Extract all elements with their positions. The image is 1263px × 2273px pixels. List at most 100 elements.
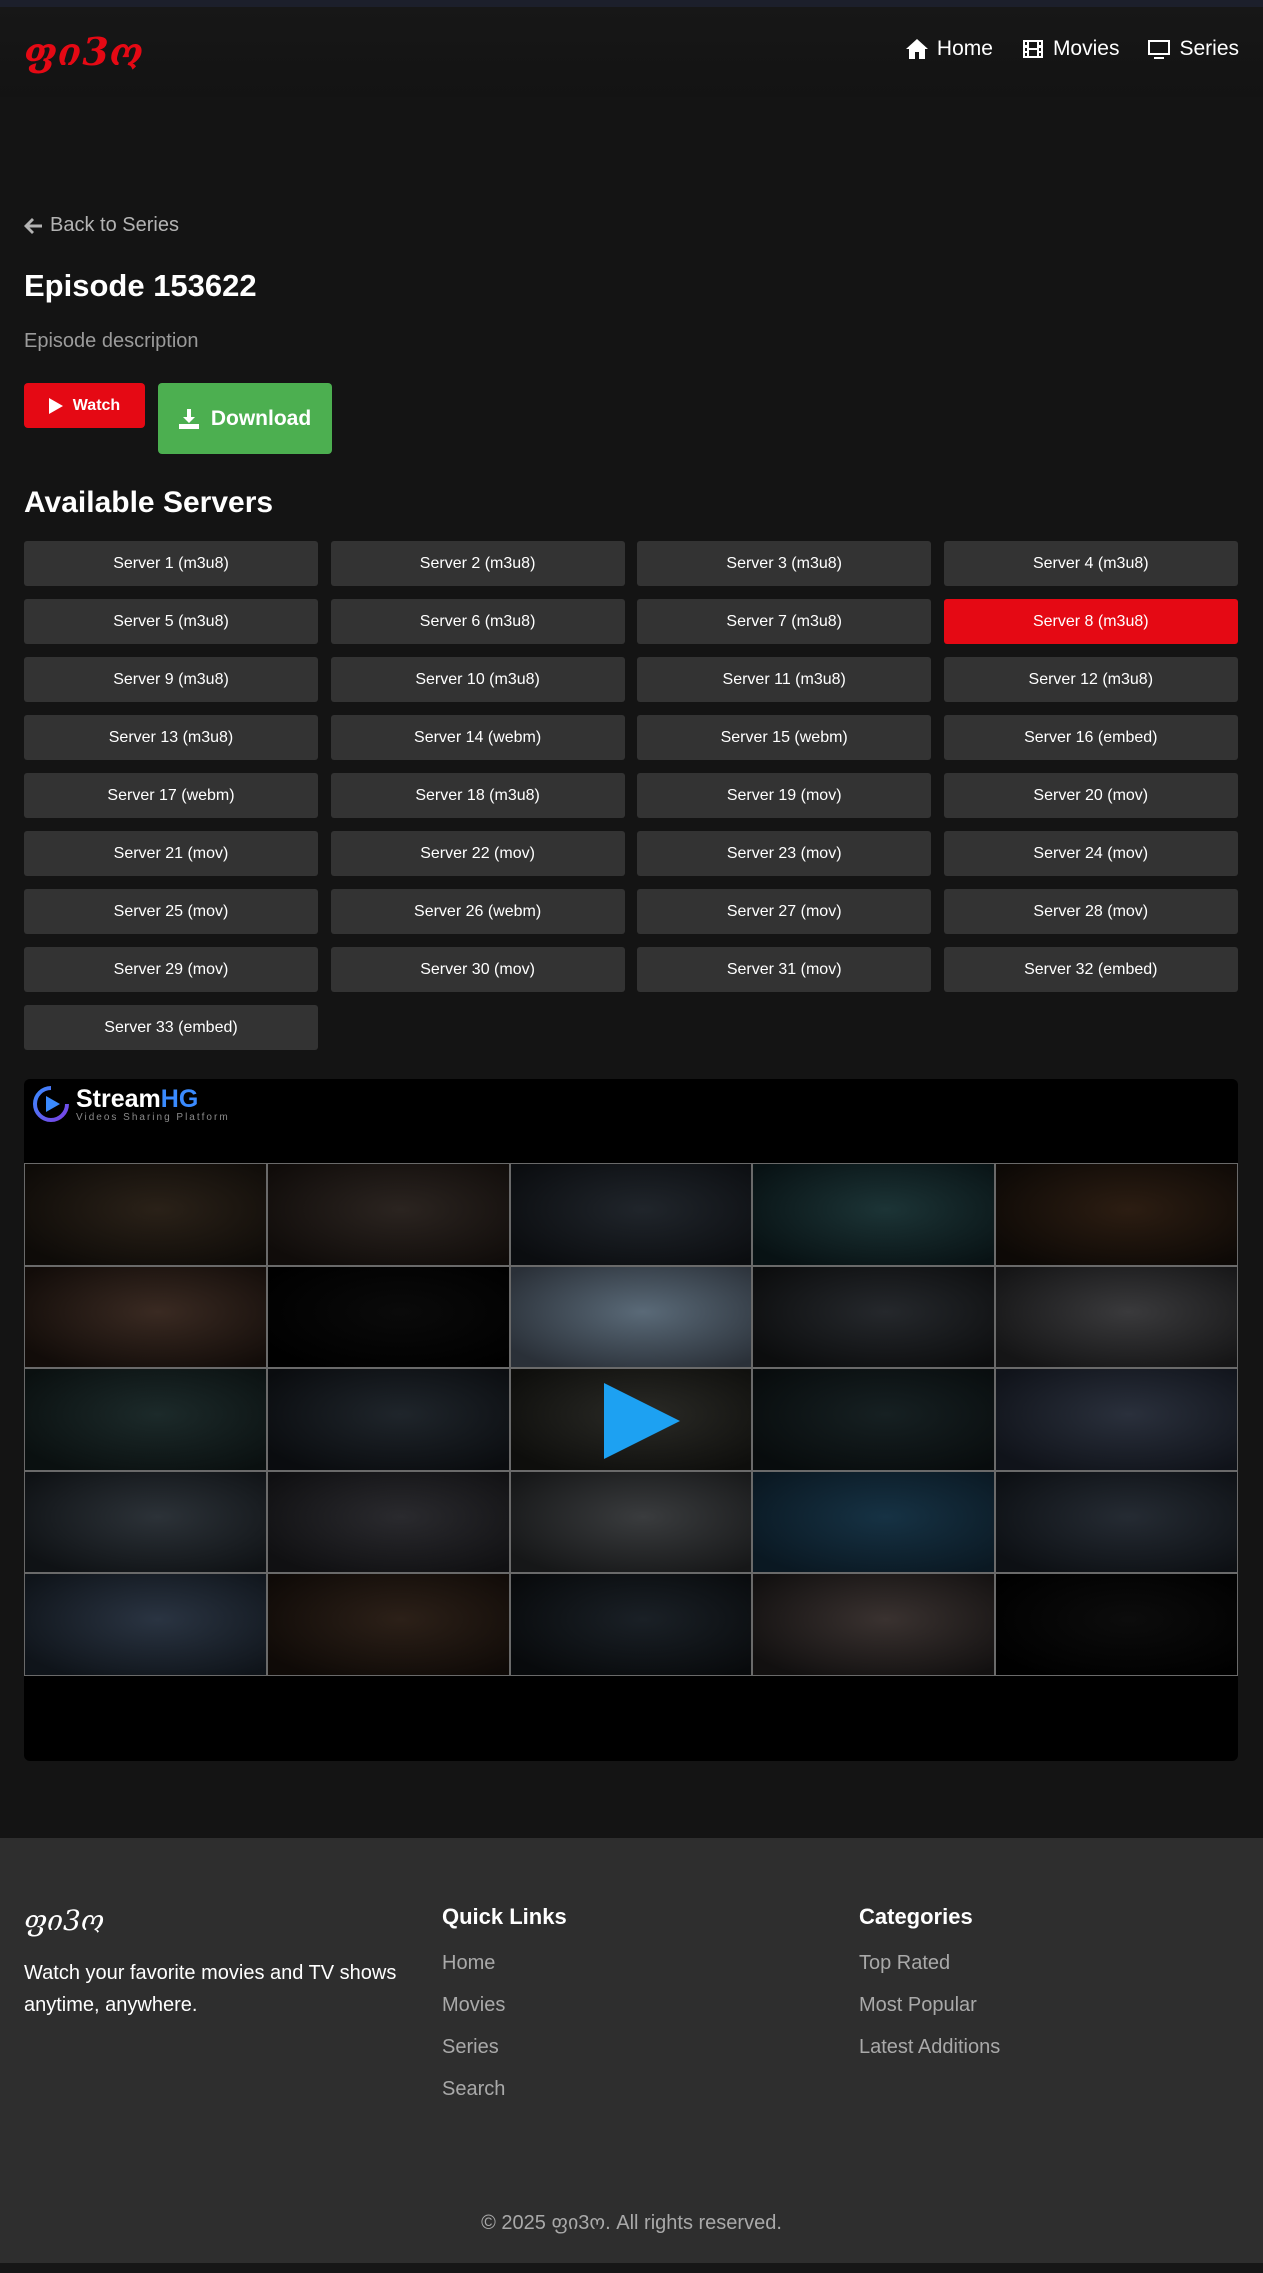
preview-thumbnail	[510, 1471, 752, 1573]
footer-category-top-rated[interactable]: Top Rated	[859, 1952, 1000, 1975]
streamhg-accent: HG	[160, 1084, 199, 1113]
preview-thumbnail	[25, 1471, 266, 1573]
site-header: ფი3ო Home Movies Series	[0, 7, 1263, 97]
server-button[interactable]: Server 24 (mov)	[943, 831, 1238, 876]
tv-icon	[1148, 40, 1171, 59]
nav-movies-label: Movies	[1052, 37, 1120, 60]
streamhg-main: Stream	[76, 1084, 161, 1113]
quick-links-title: Quick Links	[442, 1904, 567, 1929]
footer-link-series[interactable]: Series	[442, 2036, 567, 2059]
server-button[interactable]: Server 22 (mov)	[330, 831, 625, 876]
site-footer: ფი3ო Watch your favorite movies and TV s…	[0, 1838, 1263, 2263]
bottom-strip	[0, 2263, 1263, 2273]
preview-thumbnail	[25, 1164, 266, 1265]
preview-thumbnail	[753, 1574, 995, 1675]
server-button[interactable]: Server 18 (m3u8)	[330, 773, 625, 818]
server-button[interactable]: Server 5 (m3u8)	[24, 599, 318, 644]
server-button[interactable]: Server 25 (mov)	[24, 889, 318, 934]
film-icon	[1022, 40, 1043, 58]
preview-thumbnail	[996, 1266, 1237, 1368]
server-button[interactable]: Server 1 (m3u8)	[24, 541, 318, 586]
categories-title: Categories	[859, 1904, 973, 1929]
copyright: © 2025 ფი3ო. All rights reserved.	[481, 2212, 782, 2234]
server-button[interactable]: Server 12 (m3u8)	[943, 657, 1238, 702]
server-button[interactable]: Server 33 (embed)	[24, 1005, 318, 1050]
preview-thumbnail	[25, 1266, 266, 1368]
server-button[interactable]: Server 28 (mov)	[943, 889, 1238, 934]
preview-thumbnail	[267, 1266, 509, 1368]
play-icon	[48, 397, 63, 414]
preview-thumbnail	[267, 1164, 509, 1265]
server-button[interactable]: Server 11 (m3u8)	[637, 657, 932, 702]
preview-thumbnail	[753, 1471, 995, 1573]
play-button-icon[interactable]	[602, 1381, 682, 1461]
server-button[interactable]: Server 30 (mov)	[330, 947, 625, 992]
site-logo[interactable]: ფი3ო	[24, 29, 144, 74]
nav-series[interactable]: Series	[1147, 37, 1239, 61]
back-to-series-link[interactable]: Back to Series	[24, 214, 179, 237]
server-button[interactable]: Server 16 (embed)	[943, 715, 1238, 760]
main-nav: Home Movies Series	[905, 37, 1239, 61]
server-button[interactable]: Server 20 (mov)	[943, 773, 1238, 818]
server-button[interactable]: Server 7 (m3u8)	[637, 599, 932, 644]
server-button[interactable]: Server 10 (m3u8)	[330, 657, 625, 702]
server-button[interactable]: Server 13 (m3u8)	[24, 715, 318, 760]
server-button[interactable]: Server 19 (mov)	[637, 773, 932, 818]
server-button[interactable]: Server 17 (webm)	[24, 773, 318, 818]
preview-thumbnail	[25, 1369, 266, 1470]
nav-movies[interactable]: Movies	[1021, 37, 1120, 61]
footer-link-movies[interactable]: Movies	[442, 1994, 567, 2017]
streamhg-tagline: Videos Sharing Platform	[76, 1111, 230, 1123]
streamhg-logo: StreamHG Videos Sharing Platform	[32, 1085, 230, 1123]
preview-thumbnail	[267, 1369, 509, 1470]
preview-thumbnail	[267, 1574, 509, 1675]
server-button[interactable]: Server 4 (m3u8)	[943, 541, 1238, 586]
server-button[interactable]: Server 23 (mov)	[637, 831, 932, 876]
preview-thumbnail	[510, 1574, 752, 1675]
server-button[interactable]: Server 8 (m3u8)	[943, 599, 1238, 644]
episode-title: Episode 153622	[24, 268, 257, 303]
nav-series-label: Series	[1179, 37, 1239, 60]
server-button[interactable]: Server 9 (m3u8)	[24, 657, 318, 702]
download-button[interactable]: Download	[158, 383, 332, 454]
footer-quick-links: Quick Links Home Movies Series Search	[442, 1904, 567, 2120]
server-button[interactable]: Server 32 (embed)	[943, 947, 1238, 992]
top-strip	[0, 0, 1263, 7]
server-button[interactable]: Server 26 (webm)	[330, 889, 625, 934]
preview-thumbnail	[25, 1574, 266, 1675]
server-button[interactable]: Server 15 (webm)	[637, 715, 932, 760]
back-label: Back to Series	[50, 214, 179, 236]
server-button[interactable]: Server 27 (mov)	[637, 889, 932, 934]
video-player[interactable]: StreamHG Videos Sharing Platform	[24, 1079, 1238, 1761]
preview-thumbnail	[267, 1471, 509, 1573]
preview-thumbnail	[510, 1266, 752, 1368]
footer-link-home[interactable]: Home	[442, 1952, 567, 1975]
server-button[interactable]: Server 2 (m3u8)	[330, 541, 625, 586]
server-button[interactable]: Server 6 (m3u8)	[330, 599, 625, 644]
server-button[interactable]: Server 3 (m3u8)	[637, 541, 932, 586]
servers-title: Available Servers	[24, 486, 274, 519]
watch-button[interactable]: Watch	[24, 383, 145, 428]
nav-home[interactable]: Home	[905, 37, 993, 61]
footer-link-search[interactable]: Search	[442, 2078, 567, 2101]
server-button[interactable]: Server 14 (webm)	[330, 715, 625, 760]
preview-thumbnail	[996, 1369, 1237, 1470]
preview-thumbnail	[996, 1471, 1237, 1573]
home-icon	[905, 39, 928, 59]
footer-logo[interactable]: ფი3ო	[24, 1904, 424, 1937]
download-icon	[178, 408, 199, 429]
footer-tagline: Watch your favorite movies and TV shows …	[24, 1962, 397, 2016]
streamhg-logo-icon	[33, 1086, 69, 1122]
streamhg-name: StreamHG	[76, 1086, 230, 1112]
nav-home-label: Home	[936, 37, 993, 60]
server-grid: Server 1 (m3u8) Server 2 (m3u8) Server 3 (…	[24, 541, 1238, 1050]
arrow-left-icon	[24, 217, 42, 234]
server-button[interactable]: Server 21 (mov)	[24, 831, 318, 876]
footer-about: ფი3ო Watch your favorite movies and TV s…	[24, 1904, 424, 2021]
footer-category-most-popular[interactable]: Most Popular	[859, 1994, 1000, 2017]
footer-category-latest[interactable]: Latest Additions	[859, 2036, 1000, 2059]
footer-categories: Categories Top Rated Most Popular Latest…	[859, 1904, 1000, 2078]
server-button[interactable]: Server 31 (mov)	[637, 947, 932, 992]
preview-thumbnail	[996, 1164, 1237, 1265]
server-button[interactable]: Server 29 (mov)	[24, 947, 318, 992]
